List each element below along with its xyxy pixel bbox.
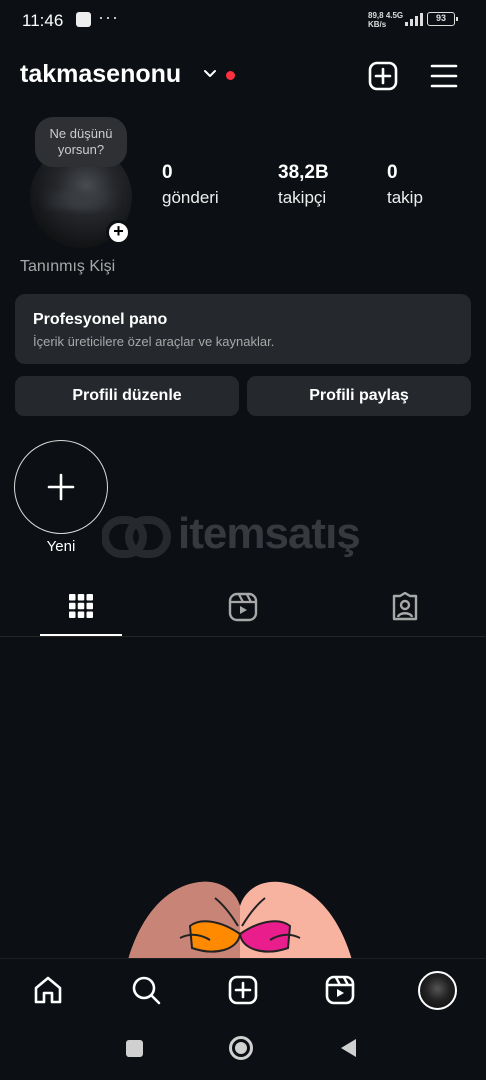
stat-following[interactable]: 0 takip [387, 161, 423, 211]
recents-button[interactable] [126, 1040, 143, 1057]
reels-icon[interactable] [324, 974, 356, 1006]
empty-state-illustration [128, 881, 352, 960]
active-tab-indicator [40, 634, 122, 636]
stat-followers-value: 38,2B [278, 162, 329, 183]
net-speed-value: 89,8 [368, 11, 384, 20]
stat-followers[interactable]: 38,2B takipçi [278, 161, 329, 211]
watermark-logo-icon [102, 516, 171, 558]
network-speed: 89,8 4.5G KB/s [368, 11, 403, 29]
net-type: 4.5G [385, 11, 404, 20]
reels-tab-icon[interactable] [228, 592, 258, 622]
system-home-button[interactable] [229, 1036, 253, 1060]
search-icon[interactable] [130, 974, 162, 1006]
profile-category: Tanınmış Kişi [20, 258, 116, 275]
stat-posts[interactable]: 0 gönderi [162, 161, 219, 211]
pro-dashboard-subtitle: İçerik üreticilere özel araçlar ve kayna… [33, 334, 275, 349]
home-icon[interactable] [32, 974, 64, 1006]
notification-dot [226, 71, 235, 80]
stat-followers-label: takipçi [278, 188, 327, 207]
status-time: 11:46 [22, 11, 64, 30]
signal-icon [405, 12, 423, 26]
create-icon[interactable] [227, 974, 259, 1006]
net-unit: KB/s [368, 20, 387, 29]
menu-icon[interactable] [429, 62, 459, 90]
pro-dashboard-title: Profesyonel pano [33, 311, 168, 328]
notification-icon [76, 12, 91, 27]
add-story-plus-icon[interactable]: + [106, 220, 131, 245]
create-post-icon[interactable] [367, 60, 399, 92]
more-notifications-icon: ··· [98, 7, 119, 27]
profile-tab-avatar[interactable] [418, 971, 457, 1010]
stat-posts-label: gönderi [162, 188, 219, 207]
stat-posts-value: 0 [162, 162, 173, 183]
new-highlight-label: Yeni [46, 538, 76, 555]
professional-dashboard[interactable]: Profesyonel pano İçerik üreticilere özel… [15, 294, 471, 364]
watermark-text: itemsatış [178, 509, 361, 558]
battery-icon: 93 [427, 12, 458, 26]
account-switcher-username[interactable]: takmasenonu [20, 60, 181, 89]
note-bubble[interactable]: Ne düşünü yorsun? [35, 117, 127, 167]
tagged-icon[interactable] [390, 592, 420, 622]
stat-following-label: takip [387, 188, 423, 207]
grid-icon[interactable] [68, 593, 94, 619]
share-profile-button[interactable]: Profili paylaş [247, 376, 471, 416]
stat-following-value: 0 [387, 162, 398, 183]
edit-profile-button[interactable]: Profili düzenle [15, 376, 239, 416]
chevron-down-icon[interactable] [203, 69, 217, 79]
tab-divider [0, 636, 486, 637]
back-button-icon[interactable] [338, 1037, 358, 1059]
new-highlight-button[interactable] [14, 440, 108, 534]
plus-icon [47, 473, 74, 500]
